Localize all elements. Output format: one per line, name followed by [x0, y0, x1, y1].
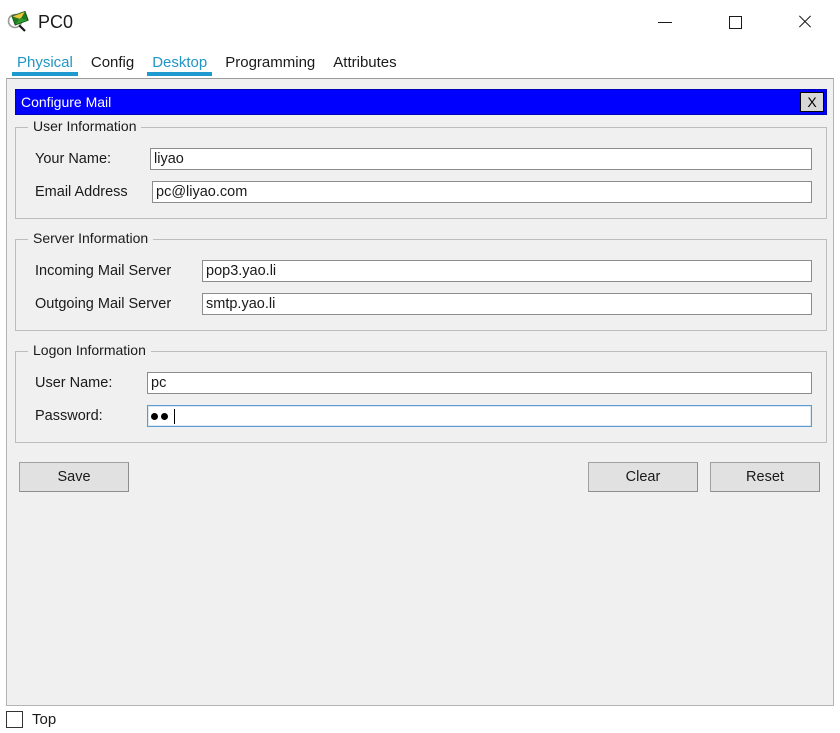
- close-button[interactable]: [770, 0, 840, 44]
- tabbar: Physical Config Desktop Programming Attr…: [0, 44, 840, 76]
- top-checkbox-label: Top: [32, 711, 57, 728]
- window-controls: [630, 0, 840, 44]
- field-row-password: Password:: [35, 405, 812, 427]
- configure-mail-titlebar: Configure Mail X: [15, 89, 827, 115]
- tab-physical[interactable]: Physical: [8, 55, 82, 76]
- input-your-name[interactable]: liyao: [150, 148, 812, 170]
- maximize-button[interactable]: [700, 0, 770, 44]
- configure-mail-close-button[interactable]: X: [800, 92, 824, 112]
- reset-button[interactable]: Reset: [710, 462, 820, 492]
- group-logon-information-legend: Logon Information: [28, 343, 151, 357]
- field-row-email-address: Email Address pc@liyao.com: [35, 181, 812, 203]
- window-titlebar: PC0: [0, 0, 840, 44]
- tab-programming[interactable]: Programming: [216, 55, 324, 76]
- tab-config[interactable]: Config: [82, 55, 143, 76]
- packet-tracer-pc-icon: [6, 10, 30, 34]
- minimize-button[interactable]: [630, 0, 700, 44]
- top-checkbox[interactable]: [6, 711, 23, 728]
- password-mask: [151, 407, 175, 427]
- field-row-outgoing-mail-server: Outgoing Mail Server smtp.yao.li: [35, 293, 812, 315]
- configure-mail-title: Configure Mail: [21, 94, 112, 110]
- minimize-icon: [658, 21, 672, 23]
- tab-attributes[interactable]: Attributes: [324, 55, 405, 76]
- group-user-information: User Information Your Name: liyao Email …: [15, 119, 827, 219]
- group-logon-information: Logon Information User Name: pc Password…: [15, 343, 827, 443]
- label-email-address: Email Address: [35, 183, 128, 200]
- field-row-your-name: Your Name: liyao: [35, 148, 812, 170]
- text-caret: [174, 409, 175, 424]
- group-server-information-legend: Server Information: [28, 231, 154, 245]
- group-user-information-legend: User Information: [28, 119, 142, 133]
- input-password[interactable]: [147, 405, 812, 427]
- save-button[interactable]: Save: [19, 462, 129, 492]
- field-row-user-name: User Name: pc: [35, 372, 812, 394]
- input-incoming-mail-server[interactable]: pop3.yao.li: [202, 260, 812, 282]
- label-password: Password:: [35, 407, 103, 424]
- field-row-incoming-mail-server: Incoming Mail Server pop3.yao.li: [35, 260, 812, 282]
- input-outgoing-mail-server[interactable]: smtp.yao.li: [202, 293, 812, 315]
- statusbar: Top: [0, 706, 840, 733]
- desktop-content-panel: Configure Mail X User Information Your N…: [6, 78, 834, 706]
- tab-desktop[interactable]: Desktop: [143, 55, 216, 76]
- clear-button[interactable]: Clear: [588, 462, 698, 492]
- label-outgoing-mail-server: Outgoing Mail Server: [35, 295, 172, 312]
- window-title: PC0: [38, 12, 74, 32]
- input-email-address[interactable]: pc@liyao.com: [152, 181, 812, 203]
- label-incoming-mail-server: Incoming Mail Server: [35, 262, 172, 279]
- group-server-information: Server Information Incoming Mail Server …: [15, 231, 827, 331]
- maximize-icon: [728, 15, 742, 29]
- label-user-name: User Name:: [35, 374, 113, 391]
- input-user-name[interactable]: pc: [147, 372, 812, 394]
- close-icon: [797, 14, 813, 30]
- label-your-name: Your Name:: [35, 150, 112, 167]
